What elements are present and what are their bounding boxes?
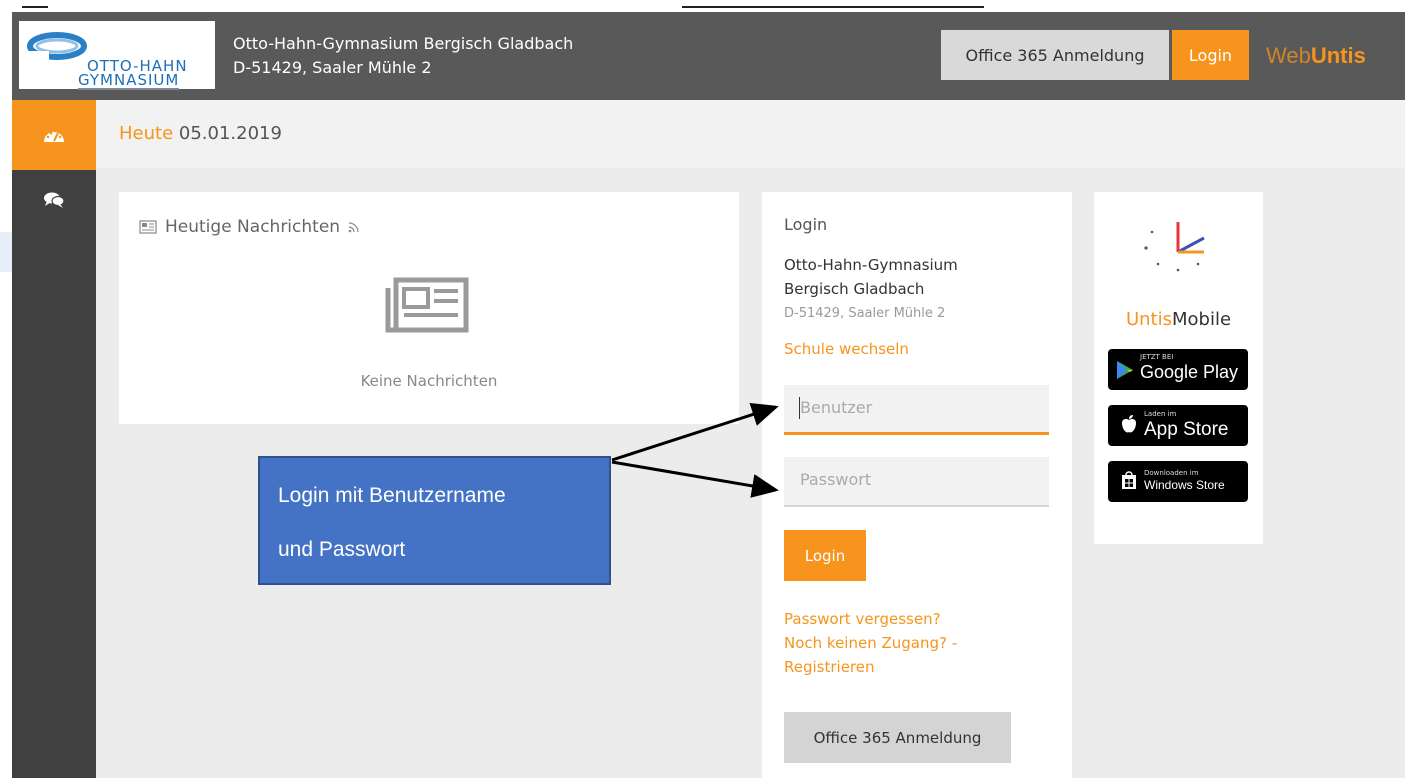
password-placeholder: Passwort: [800, 470, 872, 489]
username-placeholder: Benutzer: [800, 398, 873, 417]
brand-untis: Untis: [1310, 43, 1366, 68]
header-school-name: Otto-Hahn-Gymnasium Bergisch Gladbach: [233, 34, 574, 53]
logo-text-line2: GYMNASIUM: [78, 71, 180, 90]
untis-mobile-logo-icon: [1144, 222, 1205, 272]
document-top-strip: [0, 0, 1405, 12]
chat-icon: [44, 192, 65, 208]
google-play-icon: [1117, 361, 1133, 379]
sidebar-item-messages[interactable]: [12, 170, 96, 230]
breadcrumb: Heute 05.01.2019: [96, 100, 1405, 168]
app-store-label: App Store: [1144, 419, 1229, 440]
google-play-small: JETZT BEI: [1140, 353, 1174, 361]
logo-swirl-icon: [27, 32, 87, 65]
dashboard-icon: [44, 132, 64, 142]
untis-mobile-card: UntisMobile JETZT BEI Google Play Laden …: [1094, 192, 1263, 544]
apple-icon: [1122, 415, 1136, 433]
brand-web: Web: [1266, 43, 1311, 68]
app-store-badge[interactable]: Laden im App Store: [1108, 405, 1248, 446]
page-title: Heute 05.01.2019: [119, 123, 282, 144]
news-title-text: Heutige Nachrichten: [165, 217, 341, 237]
no-access-link[interactable]: Noch keinen Zugang? -: [784, 634, 957, 652]
untis-mobile-title-untis: Untis: [1125, 309, 1172, 330]
annotation-line2: und Passwort: [278, 538, 406, 561]
news-card: Heutige Nachrichten Keine Nachrichten: [119, 192, 739, 424]
header-login-button[interactable]: Login: [1172, 30, 1249, 80]
login-submit-button[interactable]: Login: [784, 530, 866, 581]
empty-news-icon: [385, 277, 469, 333]
news-empty-text: Keine Nachrichten: [360, 372, 498, 390]
login-card: Login Otto-Hahn-Gymnasium Bergisch Gladb…: [762, 192, 1072, 778]
underline-mark: [22, 6, 48, 8]
windows-store-label: Windows Store: [1144, 478, 1225, 492]
annotation-line1: Login mit Benutzername: [278, 484, 506, 507]
untis-mobile-title-mobile: Mobile: [1171, 309, 1232, 330]
login-card-title: Login: [784, 215, 828, 234]
untis-mobile-title: UntisMobile: [1094, 309, 1263, 330]
app-header: OTTO-HAHN GYMNASIUM Otto-Hahn-Gymnasium …: [12, 12, 1405, 100]
login-school-name-line2: Bergisch Gladbach: [784, 280, 925, 298]
app-store-small: Laden im: [1144, 410, 1177, 418]
office365-login-card-button[interactable]: Office 365 Anmeldung: [784, 712, 1011, 763]
register-link[interactable]: Registrieren: [784, 658, 875, 676]
news-card-title: Heutige Nachrichten: [139, 217, 360, 237]
header-school-address: D-51429, Saaler Mühle 2: [233, 58, 432, 77]
text-cursor: [799, 397, 800, 419]
left-sidebar: [12, 100, 96, 778]
school-logo[interactable]: OTTO-HAHN GYMNASIUM: [19, 21, 215, 90]
breadcrumb-date: 05.01.2019: [178, 123, 282, 144]
forgot-password-link[interactable]: Passwort vergessen?: [784, 610, 941, 628]
password-field[interactable]: Passwort: [784, 457, 1049, 507]
annotation-callout: Login mit Benutzername und Passwort: [258, 456, 611, 585]
main-content: Heute 05.01.2019 Heutige Nachrichten Kei…: [96, 100, 1405, 778]
newspaper-icon: [139, 220, 157, 234]
login-school-name-line1: Otto-Hahn-Gymnasium: [784, 256, 958, 274]
windows-store-badge[interactable]: Downloaden im Windows Store: [1108, 461, 1248, 502]
rss-icon[interactable]: [348, 221, 360, 233]
login-school-address: D-51429, Saaler Mühle 2: [784, 306, 946, 321]
webuntis-brand[interactable]: WebUntis: [1266, 43, 1366, 69]
windows-store-small: Downloaden im: [1144, 469, 1199, 477]
office365-login-button[interactable]: Office 365 Anmeldung: [941, 30, 1169, 80]
underline-mark: [682, 6, 984, 8]
google-play-label: Google Play: [1140, 362, 1239, 382]
google-play-badge[interactable]: JETZT BEI Google Play: [1108, 349, 1248, 390]
username-field[interactable]: Benutzer: [784, 385, 1049, 435]
change-school-link[interactable]: Schule wechseln: [784, 340, 909, 358]
windows-store-icon: [1122, 471, 1136, 489]
breadcrumb-today[interactable]: Heute: [119, 123, 173, 144]
background-window-highlight: [0, 232, 12, 272]
sidebar-item-dashboard[interactable]: [12, 100, 96, 170]
